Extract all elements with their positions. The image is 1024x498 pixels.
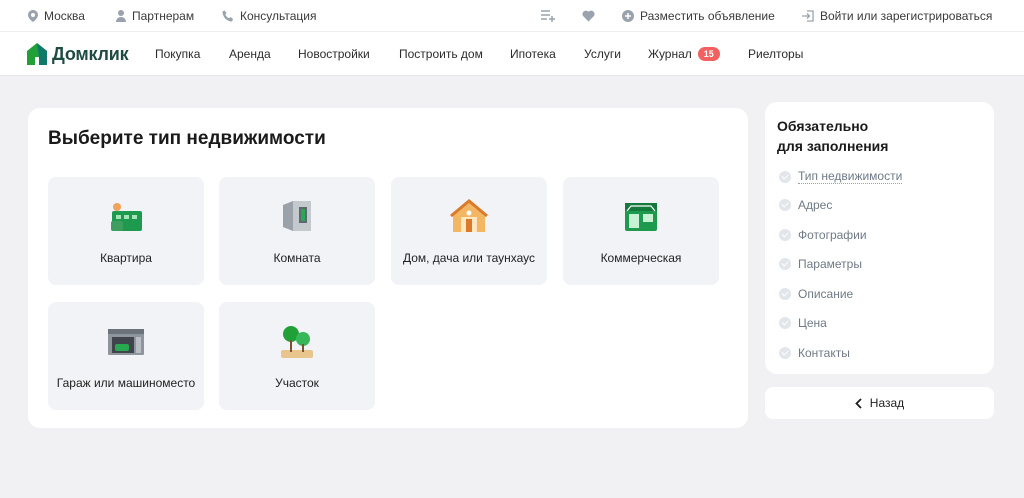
required-item-label: Тип недвижимости	[798, 169, 903, 184]
title-line: Обязательно	[777, 118, 869, 134]
city-label: Москва	[44, 9, 85, 23]
nav-label: Риелторы	[748, 47, 804, 61]
required-item-label: Адрес	[798, 198, 833, 212]
nav-item-purchase[interactable]: Покупка	[155, 32, 200, 76]
commercial-icon	[625, 203, 657, 231]
nav-label: Журнал	[648, 47, 692, 61]
tile-label: Квартира	[100, 251, 152, 265]
required-item-property-type[interactable]: Тип недвижимости	[779, 169, 903, 184]
tile-label: Комната	[273, 251, 321, 265]
nav-item-services[interactable]: Услуги	[584, 32, 621, 76]
tile-room[interactable]: Комната	[219, 177, 375, 285]
top-utility-bar: Москва Партнерам Консультация Разместить…	[0, 0, 1024, 32]
plus-circle-icon	[622, 10, 634, 22]
consultation-label: Консультация	[240, 9, 317, 23]
nav-item-realtors[interactable]: Риелторы	[748, 32, 803, 76]
tile-label: Дом, дача или таунхаус	[402, 251, 536, 265]
house-icon	[450, 199, 488, 232]
check-circle-icon	[779, 258, 791, 270]
favorites-button[interactable]	[582, 0, 601, 32]
required-item-address[interactable]: Адрес	[779, 198, 832, 212]
person-icon	[116, 10, 126, 22]
tile-label: Участок	[275, 376, 319, 390]
login-icon	[802, 10, 814, 22]
check-circle-icon	[779, 199, 791, 211]
nav-item-mortgage[interactable]: Ипотека	[510, 32, 556, 76]
nav-label: Услуги	[584, 47, 621, 61]
nav-label: Аренда	[229, 47, 271, 61]
chevron-left-icon	[855, 397, 862, 409]
consultation-link[interactable]: Консультация	[222, 0, 316, 32]
back-label: Назад	[869, 396, 905, 410]
nav-label: Построить дом	[399, 47, 483, 61]
required-item-description[interactable]: Описание	[779, 287, 853, 301]
brand-name: Домклик	[52, 43, 129, 64]
required-fields-title: Обязательно для заполнения	[777, 116, 888, 156]
garage-icon	[108, 329, 144, 355]
list-add-icon	[541, 10, 555, 22]
partners-label: Партнерам	[132, 9, 195, 23]
property-type-card: Выберите тип недвижимости Квартира Комна…	[28, 108, 748, 428]
back-button[interactable]: Назад	[765, 387, 994, 419]
required-fields-panel: Обязательно для заполнения Тип недвижимо…	[765, 102, 994, 374]
required-item-label: Описание	[798, 287, 854, 301]
location-pin-icon	[28, 10, 38, 22]
house-logo-icon	[27, 43, 47, 65]
required-item-label: Контакты	[798, 346, 850, 360]
nav-item-new-buildings[interactable]: Новостройки	[298, 32, 370, 76]
required-item-parameters[interactable]: Параметры	[779, 257, 862, 271]
room-icon	[283, 201, 311, 231]
nav-label: Покупка	[155, 47, 201, 61]
nav-label: Новостройки	[298, 47, 370, 61]
check-circle-icon	[779, 229, 791, 241]
phone-icon	[222, 10, 233, 22]
title-line: для заполнения	[777, 138, 889, 154]
tile-house[interactable]: Дом, дача или таунхаус	[391, 177, 547, 285]
page-title: Выберите тип недвижимости	[48, 128, 326, 149]
nav-item-build-house[interactable]: Построить дом	[399, 32, 483, 76]
check-circle-icon	[779, 317, 791, 329]
tile-label: Гараж или машиноместо	[56, 376, 196, 390]
post-ad-label: Разместить объявление	[640, 9, 775, 23]
required-item-price[interactable]: Цена	[779, 316, 827, 330]
required-item-label: Фотографии	[798, 228, 867, 242]
journal-count-badge: 15	[697, 47, 720, 61]
city-selector[interactable]: Москва	[28, 0, 85, 32]
required-item-contacts[interactable]: Контакты	[779, 346, 850, 360]
login-button[interactable]: Войти или зарегистрироваться	[802, 0, 992, 32]
check-circle-icon	[779, 170, 791, 183]
check-circle-icon	[779, 347, 791, 359]
domclick-logo[interactable]: Домклик	[26, 41, 129, 67]
heart-icon	[582, 10, 595, 22]
required-item-label: Параметры	[798, 257, 862, 271]
required-item-label: Цена	[798, 316, 827, 330]
tile-land-plot[interactable]: Участок	[219, 302, 375, 410]
post-ad-button[interactable]: Разместить объявление	[622, 0, 775, 32]
login-label: Войти или зарегистрироваться	[820, 9, 993, 23]
required-item-photos[interactable]: Фотографии	[779, 228, 867, 242]
tile-garage[interactable]: Гараж или машиноместо	[48, 302, 204, 410]
main-navigation: Домклик Покупка Аренда Новостройки Постр…	[0, 32, 1024, 76]
tile-label: Коммерческая	[600, 251, 682, 265]
check-circle-icon	[779, 288, 791, 300]
partners-link[interactable]: Партнерам	[116, 0, 194, 32]
nav-item-journal[interactable]: Журнал 15	[648, 32, 720, 76]
nav-label: Ипотека	[510, 47, 556, 61]
apartment-icon	[111, 203, 142, 231]
land-plot-icon	[281, 326, 313, 358]
compare-button[interactable]	[541, 0, 562, 32]
nav-item-rent[interactable]: Аренда	[229, 32, 271, 76]
tile-apartment[interactable]: Квартира	[48, 177, 204, 285]
tile-commercial[interactable]: Коммерческая	[563, 177, 719, 285]
